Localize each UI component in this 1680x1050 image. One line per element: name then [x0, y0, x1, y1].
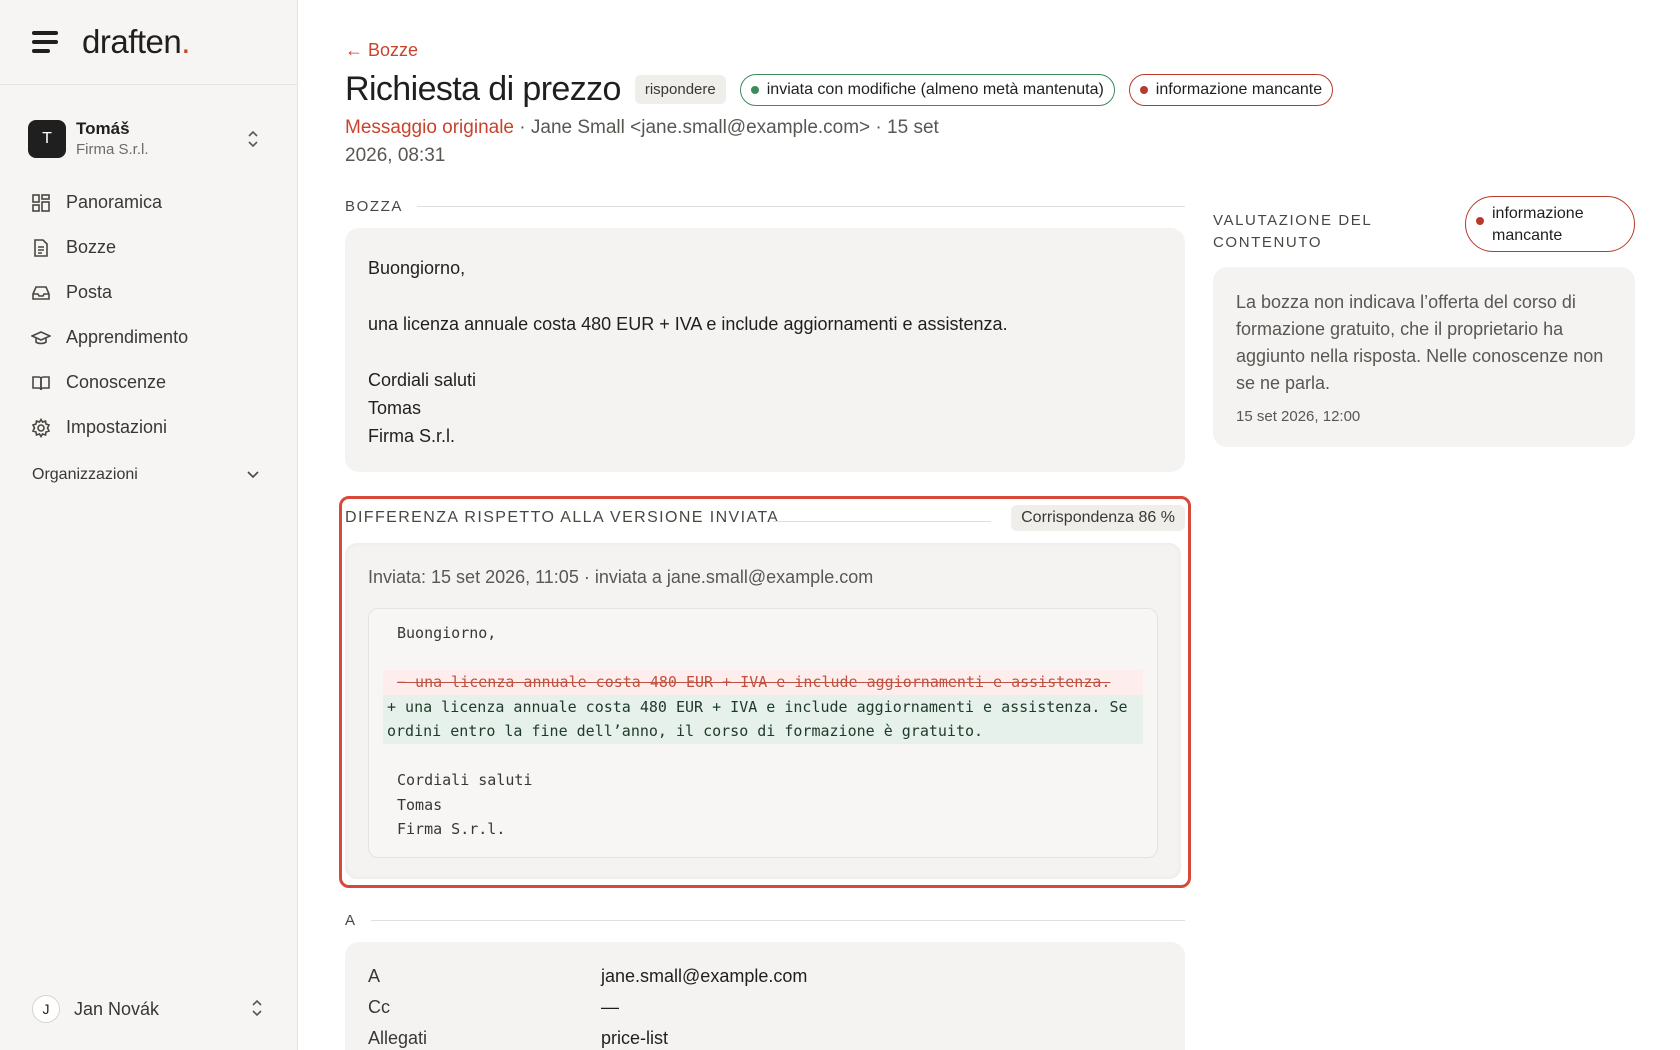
match-badge: Corrispondenza 86 %	[1011, 505, 1185, 531]
chevron-updown-icon[interactable]	[246, 128, 260, 150]
recipient-value[interactable]: price-list	[601, 1028, 668, 1050]
logo-row: draften.	[0, 0, 297, 85]
sidebar-item-impostazioni[interactable]: Impostazioni	[30, 405, 270, 450]
original-message-link[interactable]: Messaggio originale	[345, 117, 514, 138]
status-dot-icon	[750, 85, 759, 94]
sidebar-item-label: Panoramica	[66, 192, 163, 212]
account-switcher[interactable]: T Tomáš Firma S.r.l.	[28, 118, 272, 160]
back-link[interactable]: ← Bozze	[345, 40, 418, 61]
diff-line: Buongiorno,	[397, 624, 497, 642]
draft-signature-company: Firma S.r.l.	[368, 426, 456, 446]
diff-card: Inviata: 15 set 2026, 11:05 · inviata a …	[345, 543, 1181, 879]
draft-section-title: BOZZA	[345, 198, 404, 215]
sidebar-item-label: Conoscenze	[66, 372, 167, 392]
info-missing-badge: informazione mancante	[1128, 73, 1334, 106]
diff-header: DIFFERENZA RISPETTO ALLA VERSIONE INVIAT…	[345, 505, 1185, 531]
original-message-line: Messaggio originale · Jane Small <jane.s…	[345, 114, 985, 170]
graduation-cap-icon	[30, 327, 52, 349]
sidebar-item-posta[interactable]: Posta	[30, 270, 270, 315]
diff-added-line: + una licenza annuale costa 480 EUR + IV…	[383, 694, 1143, 744]
organizations-label: Organizzazioni	[32, 466, 138, 483]
diff-section: DIFFERENZA RISPETTO ALLA VERSIONE INVIAT…	[339, 496, 1191, 888]
evaluation-timestamp: 15 set 2026, 12:00	[1236, 408, 1361, 425]
sidebar-item-label: Impostazioni	[66, 417, 168, 437]
evaluation-text: La bozza non indicava l’offerta del cors…	[1236, 292, 1604, 393]
user-name: Jan Novák	[74, 998, 160, 1019]
account-avatar: T	[28, 120, 66, 158]
inbox-icon	[30, 282, 52, 304]
user-menu[interactable]: J Jan Novák	[32, 993, 268, 1025]
book-icon	[30, 372, 52, 394]
avatar: J	[32, 995, 60, 1023]
recipients-card: A jane.small@example.com Cc — Allegati p…	[345, 942, 1185, 1050]
sent-info: Inviata: 15 set 2026, 11:05 · inviata a …	[368, 567, 874, 587]
diff-code-box: Buongiorno, − una licenza annuale costa …	[368, 608, 1158, 858]
chevron-updown-icon[interactable]	[250, 997, 264, 1019]
info-missing-label: informazione mancante	[1155, 80, 1323, 98]
organizations-toggle[interactable]: Organizzazioni	[32, 466, 268, 484]
menu-icon[interactable]	[32, 31, 60, 53]
recipient-row: Cc —	[368, 997, 1162, 1028]
draft-closing: Cordiali saluti	[368, 370, 477, 390]
sidebar-item-apprendimento[interactable]: Apprendimento	[30, 315, 270, 360]
diff-section-label: DIFFERENZA RISPETTO ALLA VERSIONE INVIAT…	[345, 509, 780, 526]
recipient-row: Allegati price-list	[368, 1028, 1162, 1050]
sidebar-item-label: Posta	[66, 282, 113, 302]
diff-line: Cordiali saluti	[397, 771, 533, 789]
sidebar-item-panoramica[interactable]: Panoramica	[30, 180, 270, 225]
recipient-value: jane.small@example.com	[601, 966, 808, 986]
sidebar-item-bozze[interactable]: Bozze	[30, 225, 270, 270]
recipient-key: Cc	[368, 997, 390, 1017]
account-name: Tomáš	[76, 119, 130, 138]
status-badge: inviata con modifiche (almeno metà mante…	[739, 73, 1115, 106]
recipients-section-label: A	[345, 912, 1185, 929]
draft-card: Buongiorno, una licenza annuale costa 48…	[345, 228, 1185, 472]
sidebar-nav: Panoramica Bozze Posta Apprendimento Con…	[30, 180, 270, 450]
draft-body: una licenza annuale costa 480 EUR + IVA …	[368, 314, 1008, 334]
gear-icon	[30, 417, 52, 439]
diff-removed-line: − una licenza annuale costa 480 EUR + IV…	[383, 670, 1143, 695]
title-row: Richiesta di prezzo rispondere inviata c…	[345, 70, 1347, 109]
warning-dot-icon	[1139, 85, 1148, 94]
evaluation-badge-label: informazione mancante	[1492, 205, 1584, 244]
warning-dot-icon	[1476, 217, 1484, 225]
sidebar-item-label: Bozze	[66, 237, 117, 257]
draft-signature-name: Tomas	[368, 398, 422, 418]
recipient-key: A	[368, 966, 381, 986]
sidebar-item-conoscenze[interactable]: Conoscenze	[30, 360, 270, 405]
sidebar-item-label: Apprendimento	[66, 327, 189, 347]
page-title: Richiesta di prezzo	[345, 70, 621, 108]
grid-icon	[30, 192, 52, 214]
evaluation-card: La bozza non indicava l’offerta del cors…	[1213, 267, 1635, 447]
logo[interactable]: draften.	[82, 23, 190, 61]
status-badge-label: inviata con modifiche (almeno metà mante…	[766, 80, 1104, 98]
type-tag: rispondere	[634, 75, 726, 104]
sidebar: draften. T Tomáš Firma S.r.l. Panoramica…	[0, 0, 298, 1050]
chevron-down-icon	[246, 467, 260, 483]
evaluation-section-label: VALUTAZIONE DEL CONTENUTO	[1213, 212, 1372, 251]
recipients-section-title: A	[345, 912, 357, 929]
account-org: Firma S.r.l.	[76, 141, 149, 158]
draft-greeting: Buongiorno,	[368, 258, 466, 278]
recipient-key: Allegati	[368, 1028, 428, 1048]
draft-section-label: BOZZA	[345, 198, 1185, 215]
recipient-value: —	[601, 997, 619, 1017]
main-content: ← Bozze Richiesta di prezzo rispondere i…	[339, 0, 1635, 1050]
recipient-row: A jane.small@example.com	[368, 966, 1162, 997]
document-icon	[30, 237, 52, 259]
evaluation-badge: informazione mancante	[1465, 196, 1635, 252]
diff-line: Firma S.r.l.	[397, 820, 506, 838]
diff-line: Tomas	[397, 795, 443, 814]
